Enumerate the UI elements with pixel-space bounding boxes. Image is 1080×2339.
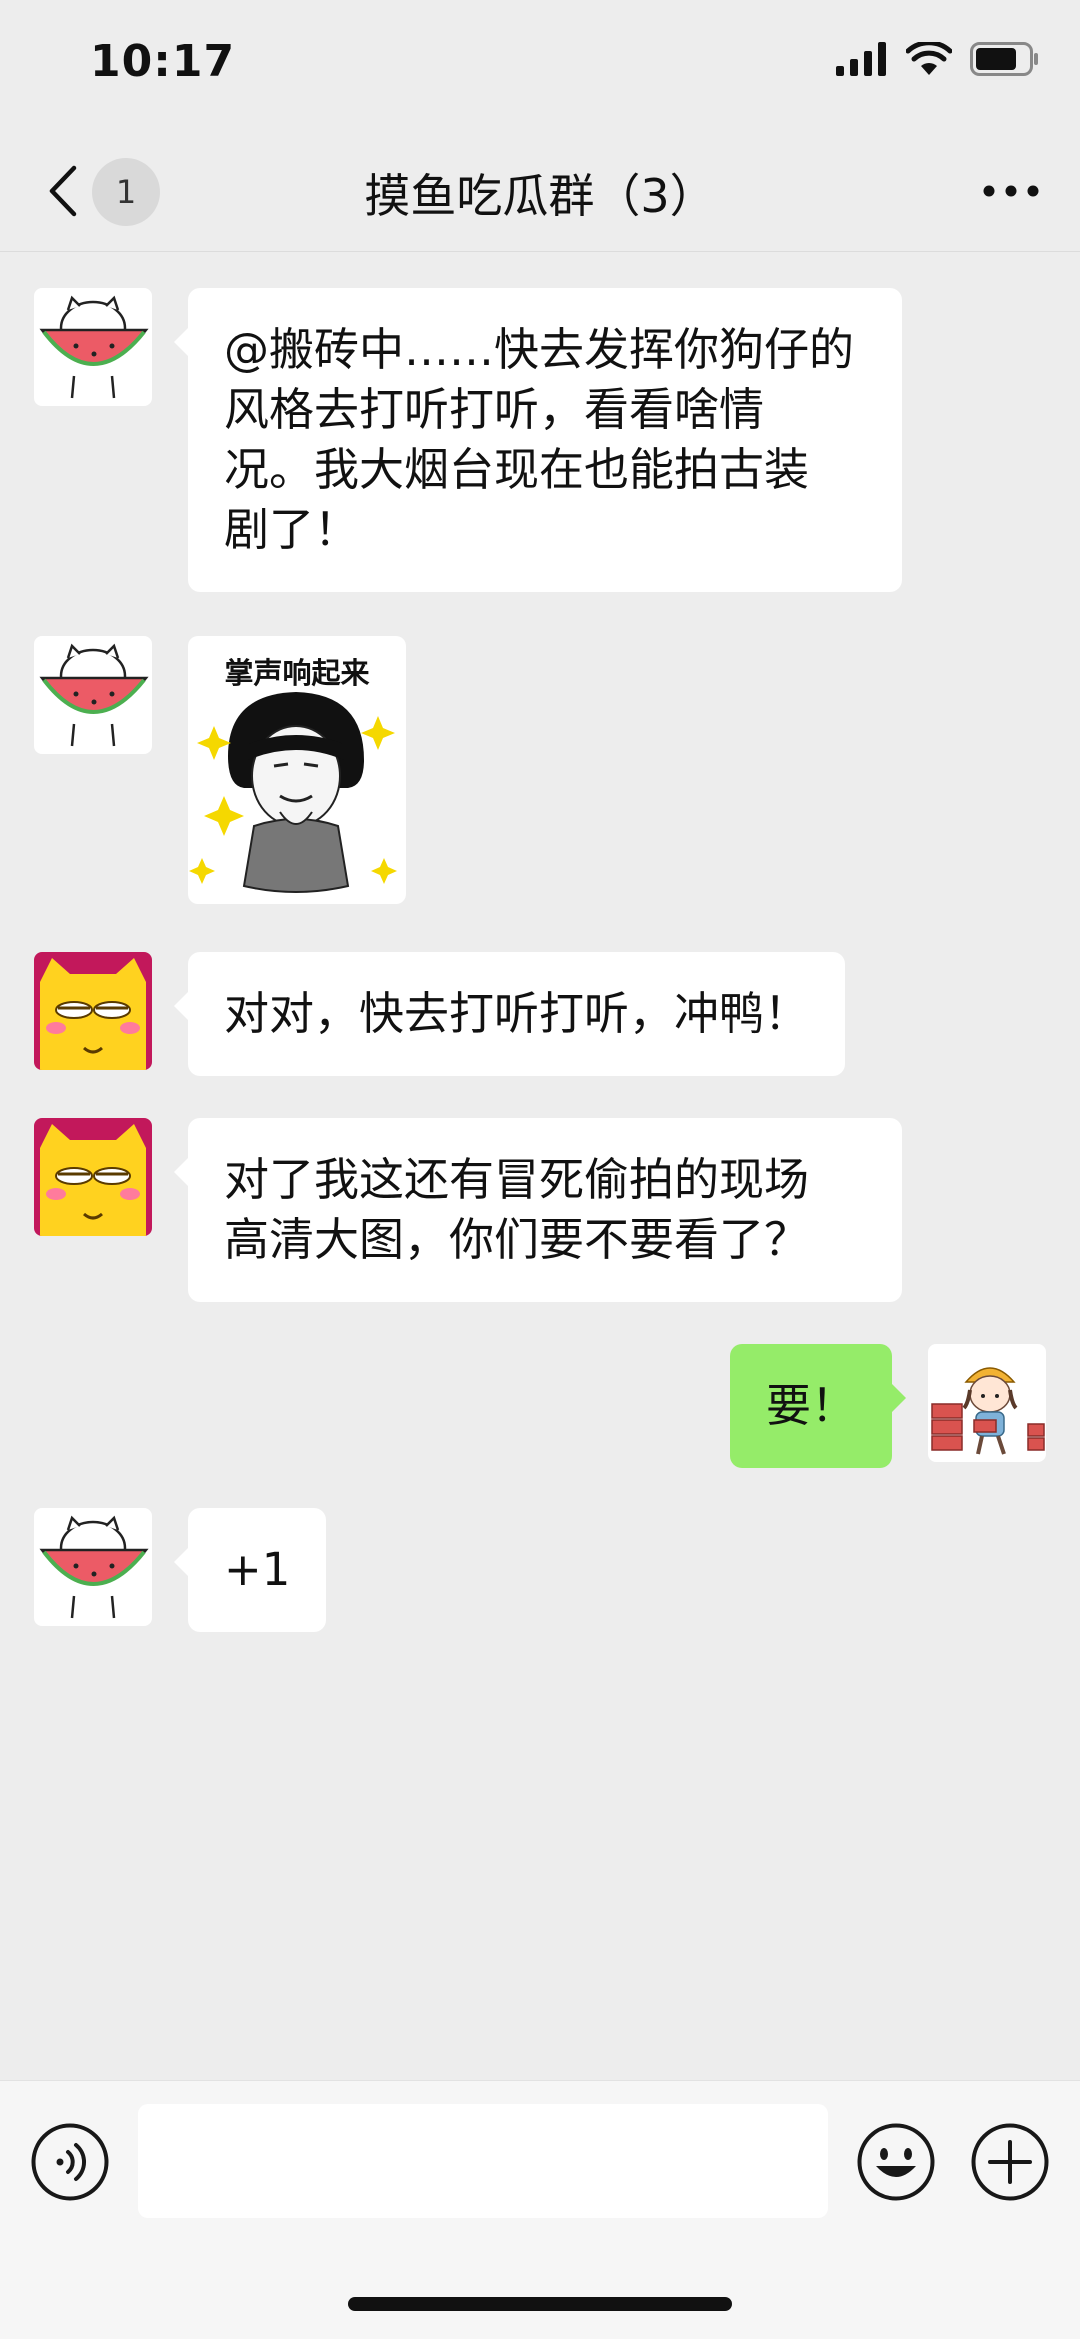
worker-girl-avatar[interactable] [928, 1344, 1046, 1462]
home-indicator[interactable] [348, 2297, 732, 2311]
more-dots-icon [983, 185, 1039, 197]
signal-icon [836, 42, 886, 76]
message-line: 风格去打听打听，看看啥情 [224, 383, 765, 436]
status-icons [836, 42, 1040, 76]
message-line: 对了我这还有冒死偷拍的现场 [224, 1153, 810, 1206]
watermelon-cat-avatar[interactable] [34, 1508, 152, 1626]
emoji-icon [857, 2123, 935, 2201]
plus-icon [971, 2123, 1049, 2201]
message-bubble[interactable]: 对了我这还有冒死偷拍的现场 高清大图，你们要不要看了？ [174, 1118, 902, 1302]
more-button[interactable] [976, 160, 1046, 222]
message-input[interactable] [138, 2104, 828, 2218]
battery-icon [970, 42, 1038, 76]
applause-sticker[interactable]: 掌声响起来 [188, 636, 406, 904]
chat-title: 摸鱼吃瓜群（3） [364, 169, 716, 223]
wifi-icon [906, 42, 952, 75]
message-line: 要！ [765, 1379, 856, 1432]
message-line: 对对，快去打听打听，冲鸭！ [224, 987, 810, 1040]
plus-button[interactable] [970, 2122, 1050, 2202]
emoji-button[interactable] [856, 2122, 936, 2202]
message-line: 剧了！ [224, 503, 360, 556]
watermelon-cat-avatar[interactable] [34, 288, 152, 406]
meme-face-illustration [189, 692, 397, 893]
message-line: @搬砖中……快去发挥你狗仔的 [224, 323, 855, 376]
yellow-cat-avatar[interactable] [34, 1118, 152, 1236]
message-bubble[interactable]: @搬砖中……快去发挥你狗仔的 风格去打听打听，看看啥情 况。我大烟台现在也能拍古… [174, 288, 902, 592]
message-bubble[interactable]: +1 [173, 1508, 327, 1632]
yellow-cat-avatar[interactable] [34, 952, 152, 1070]
chat-message-list[interactable]: @搬砖中……快去发挥你狗仔的 风格去打听打听，看看啥情 况。我大烟台现在也能拍古… [0, 252, 1080, 2080]
status-time: 10:17 [90, 36, 236, 87]
message-line: 高清大图，你们要不要看了？ [224, 1213, 810, 1266]
voice-button[interactable] [30, 2122, 110, 2202]
nav-bar: 1 摸鱼吃瓜群（3） [0, 130, 1080, 252]
message-bubble[interactable]: 要！ [729, 1344, 907, 1468]
message-line: +1 [224, 1543, 291, 1596]
status-bar: 10:17 [0, 0, 1080, 130]
voice-icon [31, 2123, 109, 2201]
message-bubble[interactable]: 对对，快去打听打听，冲鸭！ [173, 952, 846, 1076]
watermelon-cat-avatar[interactable] [34, 636, 152, 754]
message-line: 况。我大烟台现在也能拍古装 [224, 443, 810, 496]
